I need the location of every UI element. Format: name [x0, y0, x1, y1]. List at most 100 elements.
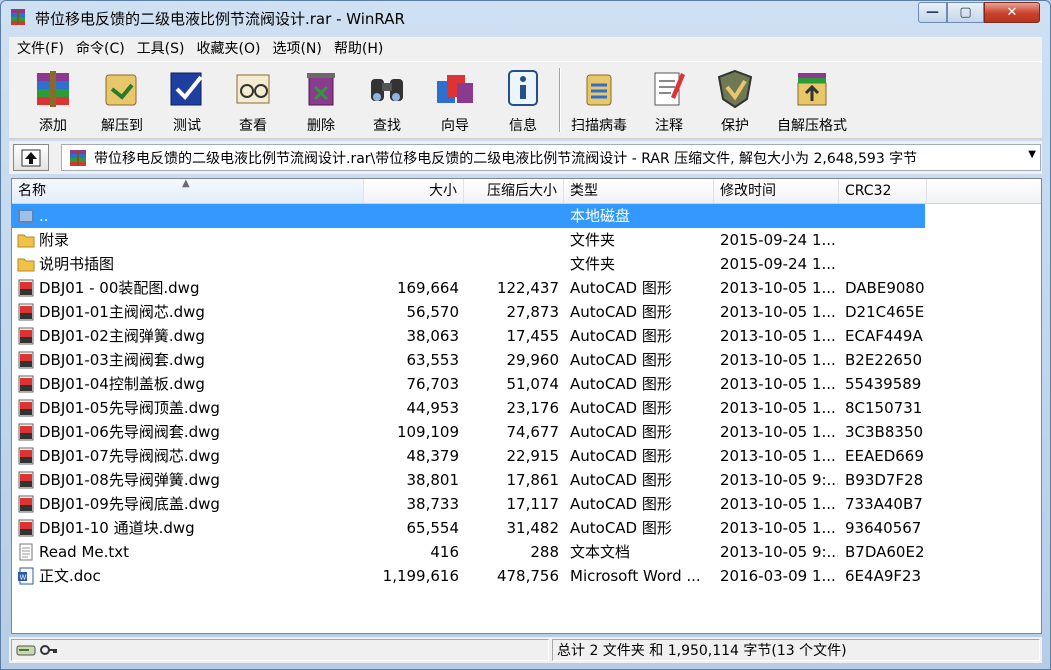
toolbar-separator — [559, 68, 561, 132]
file-row[interactable]: DBJ01-08先导阀弹簧.dwg 38,801 17,861 AutoCAD 图形 2… — [12, 468, 1041, 492]
file-size: 1,199,616 — [382, 567, 459, 585]
file-row[interactable]: DBJ01-07先导阀阀芯.dwg 48,379 22,915 AutoCAD 图形 2… — [12, 444, 1041, 468]
menu-file[interactable]: 文件(F) — [11, 38, 70, 60]
up-folder-button[interactable] — [13, 144, 49, 171]
file-crc: EEAED669 — [845, 447, 924, 465]
file-size: 65,554 — [406, 519, 460, 537]
test-button[interactable]: 测试 — [159, 64, 215, 136]
file-modified: 2013-10-05 1... — [720, 303, 836, 321]
find-button[interactable]: 查找 — [357, 64, 417, 136]
file-modified: 2013-10-05 1... — [720, 447, 836, 465]
file-row[interactable]: Read Me.txt 416 288 文本文档 2013-10-05 9:... B7D… — [12, 540, 1041, 564]
extract-to-label: 解压到 — [101, 118, 143, 134]
file-row[interactable]: DBJ01-05先导阀顶盖.dwg 44,953 23,176 AutoCAD 图形 2… — [12, 396, 1041, 420]
file-crc: D21C465E — [845, 303, 925, 321]
wizard-button[interactable]: 向导 — [425, 64, 485, 136]
menu-favorites[interactable]: 收藏夹(O) — [191, 38, 267, 60]
file-row[interactable]: DBJ01-09先导阀底盖.dwg 38,733 17,117 AutoCAD 图形 2… — [12, 492, 1041, 516]
file-modified — [720, 204, 838, 228]
menu-tools[interactable]: 工具(S) — [131, 38, 191, 60]
file-name: DBJ01-08先导阀弹簧.dwg — [39, 471, 220, 489]
file-modified: 2013-10-05 1... — [720, 519, 836, 537]
svg-text:W: W — [20, 574, 27, 582]
file-row[interactable]: W 正文.doc 1,199,616 478,756 Microsoft Word ..… — [12, 564, 1041, 588]
sfx-button[interactable]: 自解压格式 — [771, 64, 853, 136]
minimize-button[interactable]: — — [918, 2, 947, 23]
sfx-label: 自解压格式 — [777, 118, 847, 134]
file-type: AutoCAD 图形 — [570, 279, 672, 297]
column-size[interactable]: 大小 — [364, 179, 464, 203]
file-row[interactable]: DBJ01-03主阀阀套.dwg 63,553 29,960 AutoCAD 图形 20… — [12, 348, 1041, 372]
file-row[interactable]: 说明书插图 文件夹 2015-09-24 1... — [12, 252, 1041, 276]
comment-button[interactable]: 注释 — [639, 64, 699, 136]
title-bar[interactable]: 带位移电反馈的二级电液比例节流阀设计.rar - WinRAR — ▢ ✕ — [1, 1, 1050, 35]
column-packed[interactable]: 压缩后大小 — [464, 179, 564, 203]
dwg-file-icon — [18, 351, 34, 369]
close-button[interactable]: ✕ — [984, 2, 1040, 23]
file-name: DBJ01-04控制盖板.dwg — [39, 375, 205, 393]
comment-label: 注释 — [655, 118, 683, 134]
file-size: 38,801 — [406, 471, 460, 489]
column-modified[interactable]: 修改时间 — [714, 179, 839, 203]
find-label: 查找 — [373, 118, 401, 134]
menu-commands[interactable]: 命令(C) — [70, 38, 131, 60]
column-crc[interactable]: CRC32 — [839, 179, 927, 203]
column-name[interactable]: 名称 ▲ — [12, 179, 364, 203]
info-button[interactable]: 信息 — [493, 64, 553, 136]
view-icon — [236, 74, 270, 104]
file-type: AutoCAD 图形 — [570, 375, 672, 393]
dwg-file-icon — [18, 303, 34, 321]
status-right-pane: 总计 2 文件夹 和 1,950,114 字节(13 个文件) — [552, 639, 1040, 661]
wizard-label: 向导 — [441, 118, 469, 134]
info-label: 信息 — [509, 118, 537, 134]
file-crc — [845, 204, 935, 228]
comment-icon — [654, 72, 685, 106]
file-row[interactable]: .. 本地磁盘 — [12, 204, 1041, 228]
virus-scan-button[interactable]: 扫描病毒 — [563, 64, 635, 136]
file-row[interactable]: DBJ01-04控制盖板.dwg 76,703 51,074 AutoCAD 图形 20… — [12, 372, 1041, 396]
file-crc: 733A40B7 — [845, 495, 923, 513]
key-icon[interactable] — [40, 643, 58, 657]
file-name: DBJ01-10 通道块.dwg — [39, 519, 195, 537]
protect-button[interactable]: 保护 — [705, 64, 765, 136]
file-name: DBJ01-09先导阀底盖.dwg — [39, 495, 220, 513]
window-title: 带位移电反馈的二级电液比例节流阀设计.rar - WinRAR — [35, 10, 405, 28]
file-size: 76,703 — [406, 375, 460, 393]
file-packed-size: 288 — [530, 543, 559, 561]
address-path-box[interactable]: 带位移电反馈的二级电液比例节流阀设计.rar\带位移电反馈的二级电液比例节流阀设… — [61, 144, 1041, 171]
file-type: 文件夹 — [570, 255, 616, 273]
file-crc: 55439589 — [845, 375, 922, 393]
file-packed-size: 51,074 — [506, 375, 560, 393]
test-label: 测试 — [173, 118, 201, 134]
delete-label: 删除 — [307, 118, 335, 134]
delete-button[interactable]: 删除 — [291, 64, 351, 136]
folder-icon — [17, 258, 35, 272]
maximize-button[interactable]: ▢ — [947, 2, 984, 23]
file-crc — [845, 228, 935, 252]
file-size: 38,063 — [406, 327, 460, 345]
drive-icon[interactable] — [16, 643, 36, 657]
view-label: 查看 — [239, 118, 267, 134]
file-modified: 2015-09-24 1... — [720, 255, 836, 273]
file-row[interactable]: DBJ01-06先导阀阀套.dwg 109,109 74,677 AutoCAD 图形… — [12, 420, 1041, 444]
extract-to-button[interactable]: 解压到 — [89, 64, 155, 136]
chevron-down-icon[interactable]: ▼ — [1028, 149, 1036, 160]
menu-help[interactable]: 帮助(H) — [328, 38, 389, 60]
column-type[interactable]: 类型 — [564, 179, 714, 203]
view-button[interactable]: 查看 — [223, 64, 283, 136]
extract-to-icon — [105, 74, 137, 106]
add-button[interactable]: 添加 — [21, 64, 85, 136]
file-row[interactable]: DBJ01 - 00装配图.dwg 169,664 122,437 AutoCAD 图… — [12, 276, 1041, 300]
file-row[interactable]: DBJ01-01主阀阀芯.dwg 56,570 27,873 AutoCAD 图形 20… — [12, 300, 1041, 324]
up-arrow-icon — [21, 149, 41, 166]
file-row[interactable]: DBJ01-02主阀弹簧.dwg 38,063 17,455 AutoCAD 图形 20… — [12, 324, 1041, 348]
file-row[interactable]: 附录 文件夹 2015-09-24 1... — [12, 228, 1041, 252]
file-modified: 2016-03-09 1... — [720, 567, 836, 585]
file-size: 416 — [430, 543, 459, 561]
file-size: 38,733 — [406, 495, 460, 513]
menu-options[interactable]: 选项(N) — [266, 38, 327, 60]
file-name: DBJ01 - 00装配图.dwg — [39, 279, 200, 297]
file-crc — [845, 252, 935, 276]
file-row[interactable]: DBJ01-10 通道块.dwg 65,554 31,482 AutoCAD 图形 20… — [12, 516, 1041, 540]
file-packed-size: 74,677 — [506, 423, 560, 441]
